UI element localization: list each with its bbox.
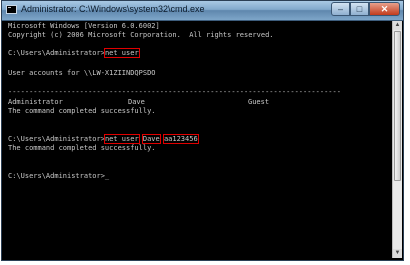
prompt: C:\Users\Administrator> [8, 49, 105, 57]
console-output[interactable]: Microsoft Windows [Version 6.0.6002] Cop… [4, 21, 392, 258]
user-guest: Guest [248, 98, 270, 106]
minimize-button[interactable]: – [331, 2, 350, 16]
net-user-command: net user [103, 48, 140, 58]
username-argument: Dave [141, 134, 161, 144]
user-administrator: Administrator [8, 98, 63, 106]
command-line-2: C:\Users\Administrator>net user Dave aa1… [8, 134, 199, 144]
cmd-window: Administrator: C:\Windows\system32\cmd.e… [1, 0, 404, 261]
scroll-down-arrow-icon[interactable]: ▼ [393, 249, 402, 258]
banner-copyright: Copyright (c) 2006 Microsoft Corporation… [8, 31, 274, 39]
window-controls: – □ ✕ [331, 2, 400, 16]
separator-line: ----------------------------------------… [8, 88, 341, 96]
title-bar[interactable]: Administrator: C:\Windows\system32\cmd.e… [2, 1, 403, 21]
window-title: Administrator: C:\Windows\system32\cmd.e… [21, 4, 205, 14]
completed-message-2: The command completed successfully. [8, 144, 156, 152]
user-dave: Dave [128, 98, 145, 106]
scroll-up-arrow-icon[interactable]: ▲ [393, 21, 402, 30]
accounts-header: User accounts for \\LW-X1ZIINDQPSDO [8, 69, 156, 77]
scroll-thumb[interactable] [394, 31, 401, 181]
prompt: C:\Users\Administrator> [8, 135, 105, 143]
password-argument: aa123456 [162, 134, 199, 144]
final-prompt: C:\Users\Administrator>_ [8, 172, 110, 180]
vertical-scrollbar[interactable]: ▲ ▼ [392, 21, 402, 258]
command-line-1: C:\Users\Administrator>net user [8, 48, 140, 58]
cmd-icon [6, 5, 17, 14]
completed-message-1: The command completed successfully. [8, 107, 156, 115]
banner-version: Microsoft Windows [Version 6.0.6002] [8, 22, 160, 30]
maximize-button[interactable]: □ [350, 2, 369, 16]
net-user-command: net user [103, 134, 140, 144]
close-button[interactable]: ✕ [369, 2, 400, 16]
